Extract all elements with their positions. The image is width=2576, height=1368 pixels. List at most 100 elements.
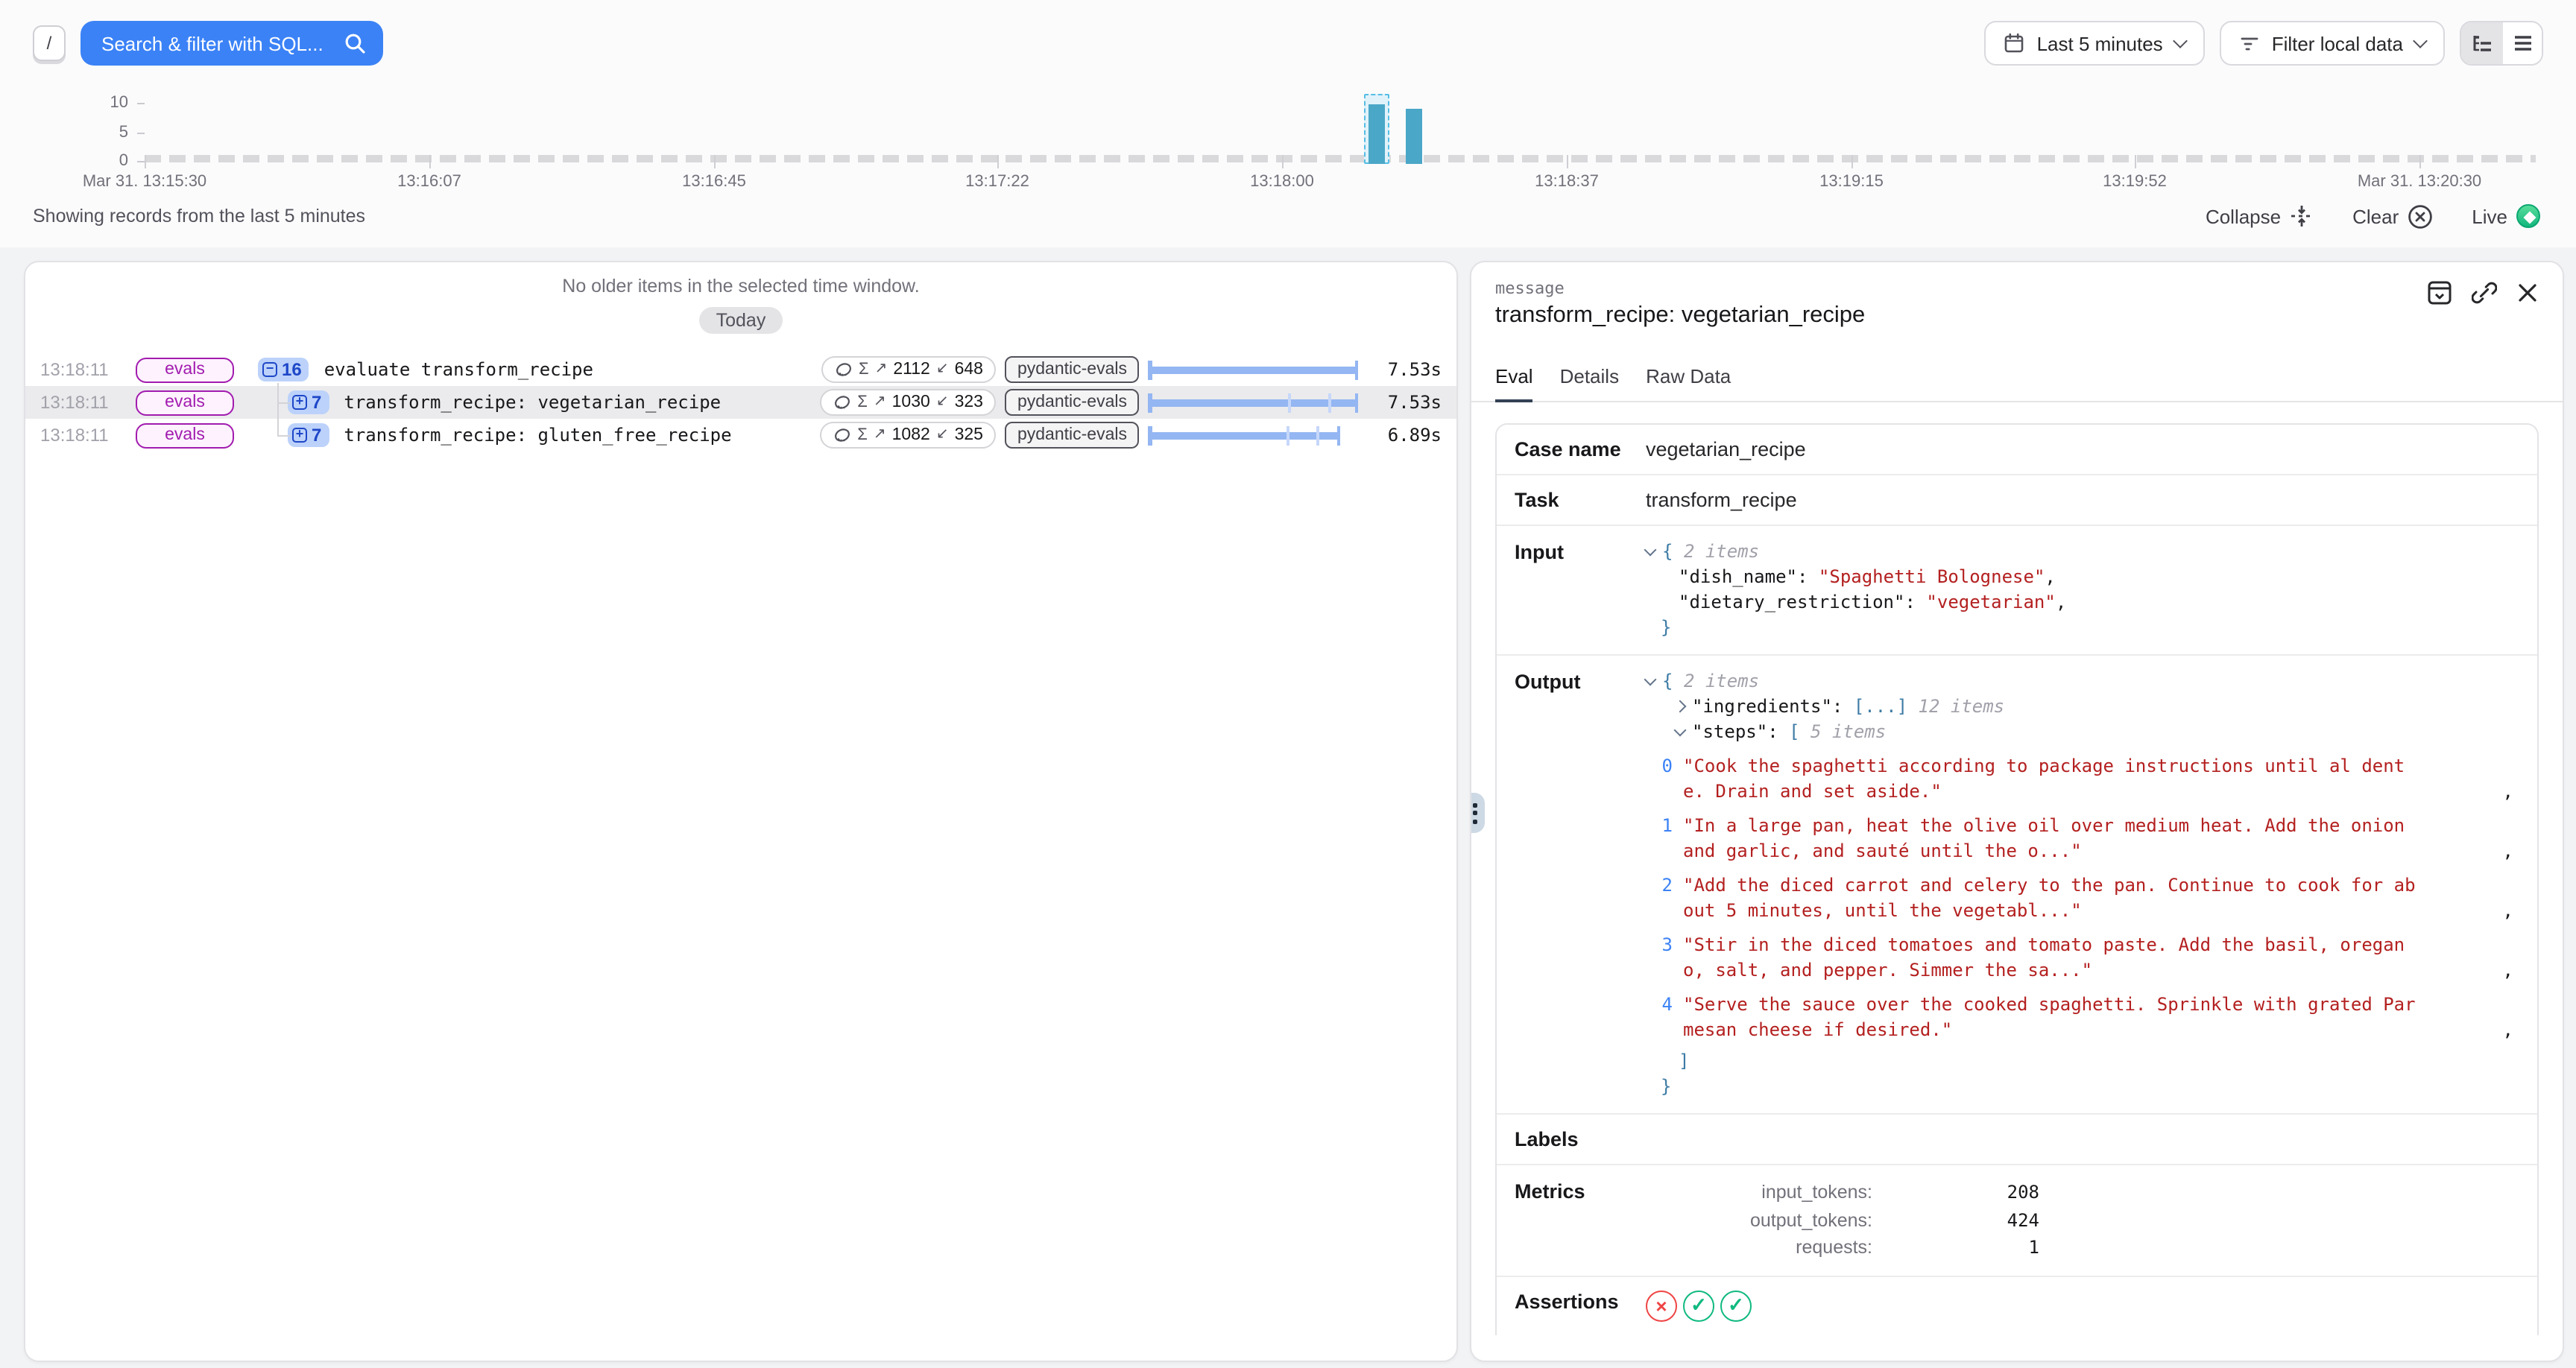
json-array-item: 0Cook the spaghetti according to package… <box>1646 754 2519 805</box>
tokens-output-arrow-icon <box>936 362 949 377</box>
service-name-pill[interactable]: evals <box>136 422 234 448</box>
x-axis-tick <box>1852 155 1853 168</box>
token-usage-pill[interactable]: Σ 2112 648 <box>821 356 997 383</box>
detail-header: message transform_recipe: vegetarian_rec… <box>1471 262 2563 329</box>
metric-row: output_tokens:424 <box>1646 1206 2039 1234</box>
plus-square-icon <box>292 395 307 410</box>
x-axis-tick <box>145 155 146 168</box>
live-toggle[interactable]: Live <box>2472 204 2540 228</box>
child-count: 7 <box>312 425 321 446</box>
token-usage-pill[interactable]: Σ 1030 323 <box>820 389 997 416</box>
tokens-output-arrow-icon <box>936 395 949 410</box>
list-view-button[interactable] <box>2501 22 2542 64</box>
duration-bar-cap <box>1148 360 1152 379</box>
duration-bar-cap <box>1354 393 1358 412</box>
panel-resize-handle[interactable] <box>1470 793 1485 833</box>
records-timeline-chart[interactable]: 10 5 0 Mar 31. 13:15:30 13:16:07 13:16:4… <box>0 80 2576 194</box>
histogram-bar[interactable] <box>1406 109 1422 164</box>
app-window: / Search & filter with SQL... Last 5 min… <box>0 0 2576 1368</box>
tree-connector-stub <box>277 435 291 437</box>
duration-bar[interactable] <box>1148 389 1358 416</box>
filter-label: Filter local data <box>2272 32 2403 54</box>
output-tokens-count: 648 <box>955 361 983 379</box>
collapse-button[interactable]: Collapse <box>2206 204 2314 228</box>
x-axis-tick <box>714 155 716 168</box>
duration-text: 6.89s <box>1358 425 1442 446</box>
trace-row-vegetarian-recipe[interactable]: 13:18:11 evals 7 transform_recipe: veget… <box>25 386 1456 419</box>
collapse-children-badge[interactable]: 16 <box>258 358 309 381</box>
records-toolbar: Showing records from the last 5 minutes … <box>33 200 2540 232</box>
json-array-item: 3Stir in the diced tomatoes and tomato p… <box>1646 933 2519 984</box>
tree-view-button[interactable] <box>2461 22 2501 64</box>
dock-panel-icon[interactable] <box>2427 280 2452 305</box>
tab-raw-data[interactable]: Raw Data <box>1646 365 1731 401</box>
metric-row: input_tokens:208 <box>1646 1179 2039 1206</box>
trace-row-evaluate-transform-recipe[interactable]: 13:18:11 evals 16 evaluate transform_rec… <box>25 353 1456 386</box>
chevron-right-icon[interactable] <box>1674 700 1687 713</box>
json-entry-ingredients: ingredients: [...] 12 items <box>1676 694 2519 720</box>
service-name-pill[interactable]: evals <box>136 390 234 415</box>
assertion-pass-icon[interactable]: ✓ <box>1720 1290 1752 1321</box>
chart-plot-area[interactable] <box>145 92 2536 164</box>
expand-children-badge[interactable]: 7 <box>288 423 329 447</box>
items-count-note: 2 items <box>1684 671 1759 691</box>
duration-bar[interactable] <box>1148 422 1358 449</box>
clear-circle-x-icon <box>2408 203 2433 229</box>
chevron-down-icon[interactable] <box>1674 724 1687 737</box>
x-axis-tick <box>429 155 431 168</box>
span-name[interactable]: transform_recipe: vegetarian_recipe <box>344 392 721 413</box>
row-timestamp: 13:18:11 <box>40 359 124 380</box>
child-count: 16 <box>282 359 302 380</box>
duration-bar-tick <box>1328 393 1331 412</box>
package-tag[interactable]: pydantic-evals <box>1006 422 1139 449</box>
package-tag[interactable]: pydantic-evals <box>1006 356 1139 383</box>
token-usage-pill[interactable]: Σ 1082 325 <box>820 422 997 449</box>
section-task: Task transform_recipe <box>1497 475 2537 526</box>
labels-label: Labels <box>1515 1128 1646 1150</box>
time-range-dropdown[interactable]: Last 5 minutes <box>1985 21 2205 66</box>
search-button[interactable]: Search & filter with SQL... <box>80 21 383 66</box>
minus-square-icon <box>262 362 277 377</box>
section-assertions: Assertions × ✓ ✓ <box>1497 1276 2537 1334</box>
clear-button[interactable]: Clear <box>2352 203 2433 229</box>
row-timestamp: 13:18:11 <box>40 425 124 446</box>
chevron-down-icon[interactable] <box>1644 544 1657 557</box>
coin-icon <box>835 361 853 379</box>
x-axis-tick <box>1567 155 1568 168</box>
items-count-note: 2 items <box>1684 541 1759 562</box>
output-tokens-count: 325 <box>955 426 983 444</box>
chevron-down-icon[interactable] <box>1644 674 1657 686</box>
live-label: Live <box>2472 205 2507 227</box>
expand-children-badge[interactable]: 7 <box>288 390 329 414</box>
x-axis-tick-label: 13:18:37 <box>1535 173 1599 191</box>
trace-row-gluten-free-recipe[interactable]: 13:18:11 evals 7 transform_recipe: glute… <box>25 419 1456 452</box>
coin-icon <box>833 393 851 411</box>
package-tag[interactable]: pydantic-evals <box>1006 389 1139 416</box>
x-axis-tick <box>2419 155 2421 168</box>
span-name[interactable]: evaluate transform_recipe <box>324 359 593 380</box>
json-array-item: 1In a large pan, heat the olive oil over… <box>1646 814 2519 864</box>
assertion-pass-icon[interactable]: ✓ <box>1683 1290 1714 1321</box>
today-date-pill[interactable]: Today <box>700 307 783 334</box>
tab-eval[interactable]: Eval <box>1495 365 1533 402</box>
duration-bar[interactable] <box>1148 356 1358 383</box>
record-kind-label: message <box>1495 279 2539 298</box>
section-metrics: Metrics input_tokens:208 output_tokens:4… <box>1497 1165 2537 1276</box>
x-axis-tick <box>1282 155 1284 168</box>
close-icon[interactable] <box>2516 282 2539 304</box>
service-name-pill[interactable]: evals <box>136 357 234 382</box>
output-json-viewer[interactable]: { 2 items ingredients: [...] 12 items st… <box>1646 669 2519 1100</box>
input-json-viewer[interactable]: { 2 items dish_name: Spaghetti Bolognese… <box>1646 539 2519 641</box>
filter-icon <box>2239 33 2260 54</box>
span-name[interactable]: transform_recipe: gluten_free_recipe <box>344 425 731 446</box>
list-view-icon <box>2513 34 2532 52</box>
filter-local-data-dropdown[interactable]: Filter local data <box>2220 21 2445 66</box>
copy-link-icon[interactable] <box>2472 280 2497 305</box>
assertion-fail-icon[interactable]: × <box>1646 1290 1677 1321</box>
histogram-bar[interactable] <box>1368 104 1385 164</box>
assertions-label: Assertions <box>1515 1290 1646 1321</box>
tab-details[interactable]: Details <box>1560 365 1620 401</box>
json-array-item: 4Serve the sauce over the cooked spaghet… <box>1646 992 2519 1043</box>
case-name-value: vegetarian_recipe <box>1646 438 1806 460</box>
json-entry: dietary_restriction: vegetarian <box>1679 590 2519 615</box>
